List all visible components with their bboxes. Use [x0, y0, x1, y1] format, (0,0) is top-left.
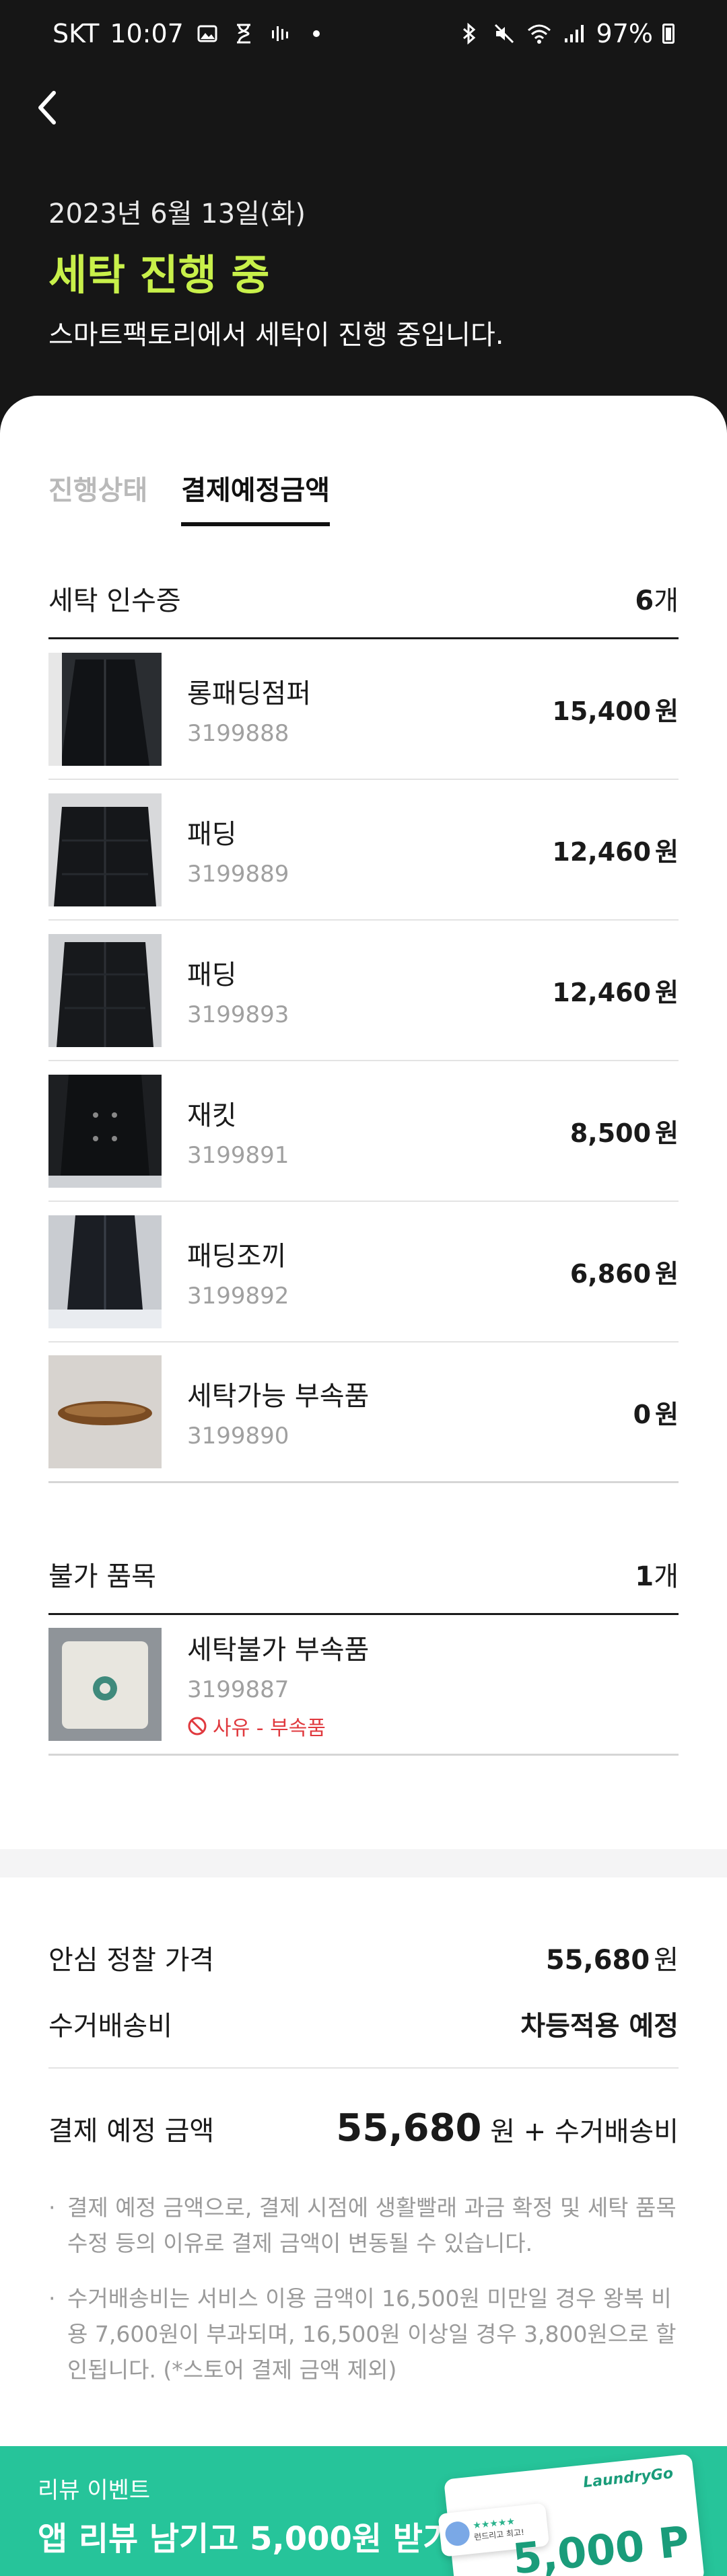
item-price: 6,860 원 — [569, 1259, 679, 1289]
banner-subtitle: 리뷰 이벤트 — [38, 2477, 151, 2504]
summary-divider — [48, 2067, 679, 2069]
item-code: 3199889 — [187, 860, 289, 888]
battery-percent: 97% — [596, 19, 653, 48]
safe-price-label: 안심 정찰 가격 — [48, 1945, 215, 1976]
item-reason: 사유 - 부속품 — [187, 1711, 679, 1741]
item-name: 재킷 — [187, 1100, 237, 1131]
dot-icon — [304, 21, 329, 46]
item-price: 12,460 원 — [552, 837, 679, 867]
order-status-title: 세탁 진행 중 — [48, 250, 270, 299]
delivery-fee-row: 수거배송비 차등적용 예정 — [48, 2004, 679, 2043]
item-code: 3199890 — [187, 1423, 289, 1450]
receipt-section-header: 세탁 인수증 6개 — [48, 559, 679, 639]
total-label: 결제 예정 금액 — [48, 2115, 215, 2147]
wifi-icon — [526, 21, 552, 46]
mute-icon — [491, 21, 517, 46]
receipt-item[interactable]: 패딩 3199889 12,460 원 — [48, 780, 679, 921]
status-bar: SKT 10:07 97% — [0, 0, 727, 67]
receipt-item[interactable]: 세탁가능 부속품 3199890 0원 — [48, 1343, 679, 1483]
item-code: 3199891 — [187, 1141, 289, 1169]
hourglass-icon — [231, 21, 256, 46]
safe-price-value: 55,680 원 — [545, 1945, 679, 1976]
total-row: 결제 예정 금액 55,680 원 + 수거배송비 — [48, 2106, 679, 2150]
payment-note: 결제 예정 금액으로, 결제 시점에 생활빨래 과금 확정 및 세탁 품목 수정… — [48, 2190, 679, 2262]
delivery-fee-value: 차등적용 예정 — [520, 2011, 679, 2042]
item-thumbnail — [48, 1628, 162, 1741]
receipt-count: 6개 — [635, 585, 679, 616]
delivery-fee-label: 수거배송비 — [48, 2011, 172, 2042]
item-price: 12,460 원 — [552, 978, 679, 1007]
item-thumbnail — [48, 1074, 162, 1188]
battery-icon — [662, 24, 674, 44]
safe-price-row: 안심 정찰 가격 55,680 원 — [48, 1938, 679, 1977]
item-name: 세탁불가 부속품 — [187, 1635, 370, 1666]
item-price: 0원 — [633, 1399, 679, 1429]
item-price: 15,400 원 — [552, 696, 679, 726]
total-value: 55,680 원 + 수거배송비 — [336, 2106, 679, 2150]
item-thumbnail — [48, 1355, 162, 1468]
item-price: 8,500 원 — [569, 1118, 679, 1148]
receipt-item[interactable]: 재킷 3199891 8,500 원 — [48, 1061, 679, 1202]
rejected-item[interactable]: 세탁불가 부속품 3199887 사유 - 부속품 — [48, 1615, 679, 1756]
item-name: 롱패딩점퍼 — [187, 678, 311, 709]
item-thumbnail — [48, 793, 162, 906]
coupon-brand: LaundryGo — [582, 2465, 674, 2492]
item-code: 3199888 — [187, 719, 289, 747]
order-status-description: 스마트팩토리에서 세탁이 진행 중입니다. — [48, 320, 504, 351]
tab-bar: 진행상태 결제예정금액 — [48, 468, 331, 526]
item-name: 패딩조끼 — [187, 1240, 287, 1272]
item-thumbnail — [48, 652, 162, 766]
item-thumbnail — [48, 933, 162, 1047]
receipt-item[interactable]: 패딩 3199893 12,460 원 — [48, 921, 679, 1061]
rejected-section: 불가 품목 1개 세탁불가 부속품 3199887 사유 - 부속품 — [48, 1534, 679, 1756]
clock: 10:07 — [110, 19, 184, 48]
receipt-section: 세탁 인수증 6개 롱패딩점퍼 3199888 15,400 원 패딩 31998… — [48, 559, 679, 1483]
order-date: 2023년 6월 13일(화) — [48, 199, 306, 229]
rejected-section-header: 불가 품목 1개 — [48, 1534, 679, 1615]
chevron-left-icon — [38, 91, 56, 124]
review-event-banner[interactable]: 리뷰 이벤트 앱 리뷰 남기고 5,000원 받기 LaundryGo ★★★★… — [0, 2446, 727, 2576]
coupon-graphic: LaundryGo ★★★★★ 런드리고 최고! 5,000 P — [438, 2454, 705, 2576]
receipt-item[interactable]: 롱패딩점퍼 3199888 15,400 원 — [48, 639, 679, 780]
content-sheet: 진행상태 결제예정금액 세탁 인수증 6개 롱패딩점퍼 3199888 15,4… — [0, 396, 727, 1849]
rejected-section-title: 불가 품목 — [48, 1561, 156, 1592]
delivery-note: 수거배송비는 서비스 이용 금액이 16,500원 미만일 경우 왕복 비용 7… — [48, 2281, 679, 2388]
item-code: 3199892 — [187, 1282, 289, 1310]
item-code: 3199887 — [187, 1676, 289, 1703]
audio-icon — [267, 21, 293, 46]
rejected-count: 1개 — [635, 1561, 679, 1592]
item-name: 세탁가능 부속품 — [187, 1381, 370, 1412]
signal-icon — [561, 21, 587, 46]
payment-summary: 안심 정찰 가격 55,680 원 수거배송비 차등적용 예정 결제 예정 금액 … — [0, 1877, 727, 2446]
image-icon — [195, 21, 220, 46]
tab-progress-status[interactable]: 진행상태 — [48, 468, 147, 526]
receipt-section-title: 세탁 인수증 — [48, 585, 181, 616]
banner-title: 앱 리뷰 남기고 5,000원 받기 — [38, 2520, 453, 2558]
bluetooth-icon — [456, 21, 482, 46]
avatar — [444, 2520, 471, 2547]
carrier: SKT — [53, 19, 100, 48]
item-thumbnail — [48, 1215, 162, 1328]
prohibited-icon — [188, 1717, 207, 1736]
back-button[interactable] — [27, 81, 67, 135]
item-name: 패딩 — [187, 959, 237, 991]
section-gap — [0, 1851, 727, 1879]
receipt-item[interactable]: 패딩조끼 3199892 6,860 원 — [48, 1202, 679, 1343]
item-code: 3199893 — [187, 1001, 289, 1028]
item-name: 패딩 — [187, 818, 237, 850]
tab-expected-payment[interactable]: 결제예정금액 — [181, 468, 331, 526]
